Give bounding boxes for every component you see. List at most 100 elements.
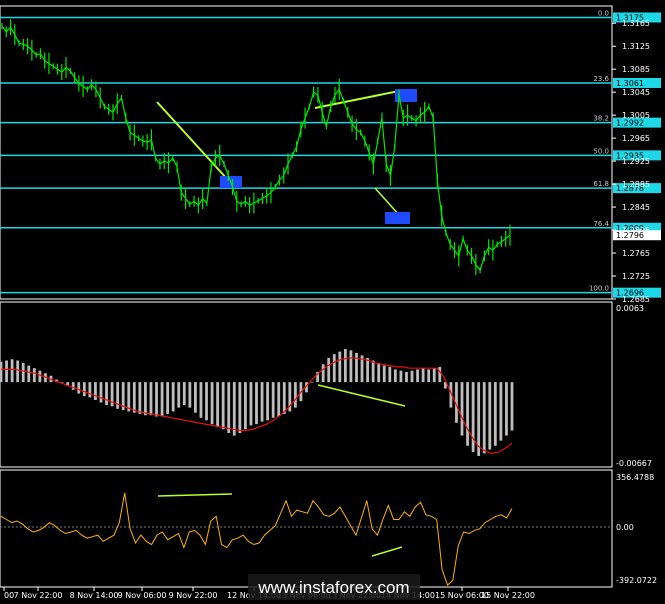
- macd-bar: [349, 350, 353, 383]
- macd-axis-top: 0.0063: [616, 304, 644, 313]
- macd-bar: [216, 382, 220, 427]
- price-tick-label: 1.2765: [622, 249, 650, 258]
- macd-bar: [105, 382, 108, 406]
- macd-bar: [482, 382, 486, 454]
- macd-bar: [182, 382, 186, 406]
- macd-bar: [177, 382, 181, 408]
- price-tick-label: 1.3005: [622, 111, 650, 120]
- macd-bar: [282, 382, 286, 414]
- cci-axis-top: 356.4788: [616, 473, 654, 482]
- macd-bar: [377, 363, 381, 383]
- price-tick-label: 1.2925: [622, 157, 650, 166]
- price-tick-label: 1.3125: [622, 42, 650, 51]
- macd-axis-bottom: -0.00667: [616, 459, 652, 468]
- macd-bar: [132, 382, 136, 413]
- macd-bar: [0, 361, 3, 383]
- macd-bar: [410, 370, 414, 383]
- macd-bar: [71, 382, 75, 390]
- macd-bar: [138, 382, 142, 414]
- macd-bar: [432, 368, 436, 383]
- macd-bar: [144, 382, 147, 416]
- macd-bar: [310, 382, 314, 383]
- cci-axis-mid: 0.00: [616, 523, 634, 532]
- macd-bar: [471, 382, 475, 453]
- macd-bar: [277, 382, 281, 417]
- macd-bar: [199, 382, 203, 418]
- macd-bar: [171, 382, 175, 412]
- macd-bar: [194, 382, 197, 413]
- macd-bar: [271, 382, 275, 418]
- macd-bar: [82, 382, 86, 397]
- fib-price-label: 1.3061: [616, 79, 644, 88]
- macd-bar: [293, 382, 297, 408]
- time-tick-label: 9 Nov 22:00: [169, 591, 218, 600]
- macd-bar: [393, 369, 397, 383]
- macd-bar: [321, 364, 325, 383]
- trend-line: [314, 89, 405, 109]
- macd-bar: [427, 369, 431, 383]
- trend-line: [156, 101, 229, 181]
- macd-bar: [127, 382, 131, 412]
- macd-bar: [205, 382, 208, 421]
- macd-bar: [160, 382, 164, 417]
- macd-panel: 0.0063 -0.00667: [0, 301, 652, 468]
- time-tick-label: 9 Nov 06:00: [118, 591, 167, 600]
- macd-bar: [327, 357, 331, 383]
- macd-bar: [149, 382, 153, 416]
- price-tick-label: 1.3045: [622, 88, 650, 97]
- macd-bar: [232, 382, 236, 436]
- fib-level-label: 100.0: [589, 285, 609, 293]
- macd-divergence-line: [317, 384, 406, 407]
- cci-path: [0, 492, 513, 586]
- price-tick-label: 1.2685: [622, 295, 650, 304]
- macd-bar: [38, 370, 42, 383]
- price-tick-label: 1.2965: [622, 134, 650, 143]
- macd-bar: [332, 354, 336, 383]
- watermark-text: www.instaforex.com: [257, 578, 409, 597]
- macd-bar: [166, 382, 170, 414]
- fib-level-label: 38.2: [593, 115, 609, 123]
- cci-panel: 356.4788 0.00 -392.0722: [0, 469, 657, 588]
- macd-bar: [355, 352, 358, 383]
- fib-level-label: 61.8: [593, 180, 609, 188]
- price-tick-label: 1.3085: [622, 65, 650, 74]
- fib-level-label: 76.4: [593, 220, 609, 228]
- macd-bar: [510, 382, 514, 431]
- macd-bar: [366, 357, 369, 383]
- fibonacci-levels: 0.0 1.317523.6 1.306138.2 1.299250.0 1.29356…: [0, 9, 661, 298]
- cci-trend-line: [157, 493, 233, 497]
- macd-bar: [266, 382, 270, 421]
- price-panel: 0.0 1.317523.6 1.306138.2 1.299250.0 1.29356…: [0, 5, 661, 304]
- price-tick-label: 1.3165: [622, 19, 650, 28]
- macd-bar: [460, 382, 464, 436]
- macd-bar: [405, 371, 408, 383]
- macd-bar: [10, 359, 14, 383]
- price-axis: 1.3165 1.3125 1.3085 1.3045 1.3005 1.2965 1.29…: [612, 19, 661, 304]
- forex-chart: 0.0 1.317523.6 1.306138.2 1.299250.0 1.29356…: [0, 5, 661, 600]
- price-tick-label: 1.2845: [622, 203, 650, 212]
- macd-bar: [260, 382, 264, 422]
- macd-bar: [416, 369, 419, 383]
- macd-bar: [88, 382, 92, 398]
- macd-bar: [249, 382, 253, 426]
- macd-bar: [421, 368, 425, 383]
- macd-bar: [238, 382, 242, 434]
- macd-bar: [21, 363, 25, 383]
- macd-bar: [16, 360, 20, 383]
- current-price-label: 1.2796: [616, 231, 644, 240]
- macd-bar: [243, 382, 247, 430]
- trend-line: [374, 187, 401, 217]
- cci-line: [0, 492, 513, 586]
- macd-bar: [371, 360, 375, 383]
- price-tick-label: 1.2725: [622, 272, 650, 281]
- price-bars: [1, 19, 511, 276]
- time-tick-label: 8 Nov 14:00: [70, 591, 119, 600]
- macd-bar: [382, 365, 386, 383]
- fib-marker: [385, 212, 410, 224]
- cci-panel-frame: [0, 469, 613, 588]
- price-panel-frame: [0, 5, 613, 300]
- macd-bar: [488, 382, 492, 450]
- macd-bar: [493, 382, 497, 446]
- cci-axis-bottom: -392.0722: [616, 576, 657, 585]
- price-tick-label: 1.2885: [622, 180, 650, 189]
